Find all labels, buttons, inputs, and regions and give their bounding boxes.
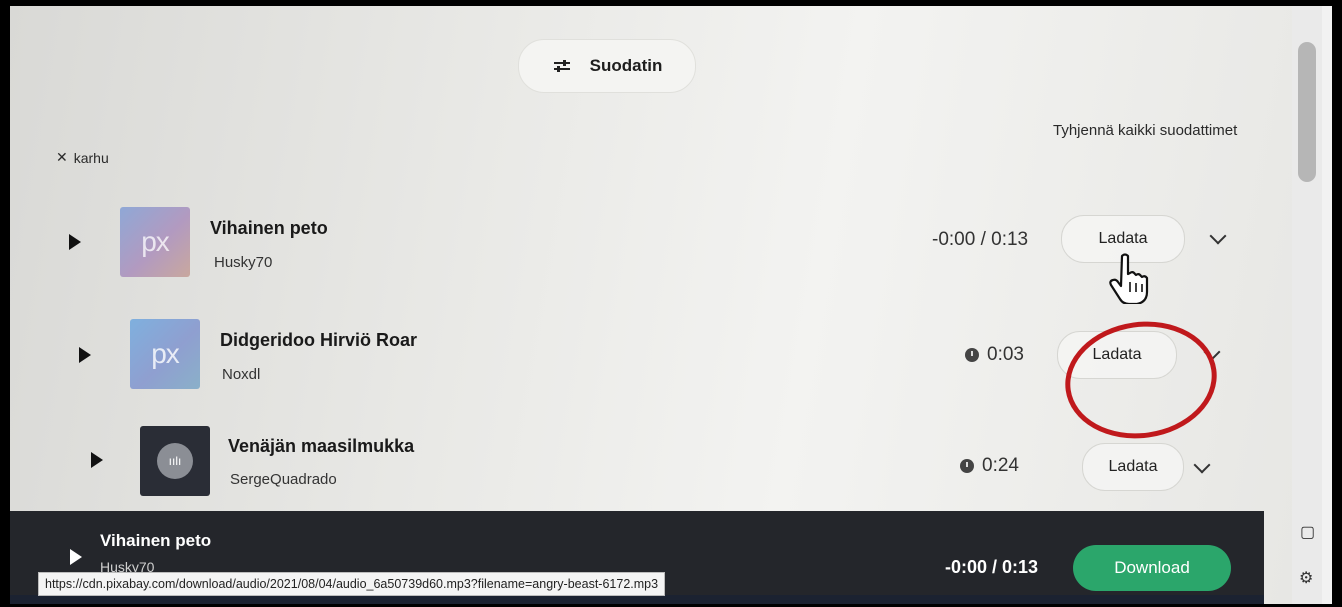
page-scrollbar[interactable]: ▢ ⚙ <box>1292 6 1322 604</box>
track-thumbnail: px <box>130 319 200 389</box>
clock-icon <box>960 459 974 473</box>
close-icon[interactable]: ✕ <box>56 149 68 166</box>
sidebar-toggle-icon[interactable]: ▢ <box>1300 522 1315 542</box>
play-button[interactable] <box>79 347 91 363</box>
filter-label: Suodatin <box>589 56 663 75</box>
clear-all-filters-link[interactable]: Tyhjennä kaikki suodattimet <box>1053 122 1237 139</box>
audio-results-page: Suodatin Tyhjennä kaikki suodattimet ✕ k… <box>10 6 1292 511</box>
track-artist[interactable]: Noxdl <box>222 366 260 383</box>
download-button[interactable]: Ladata <box>1082 443 1184 491</box>
track-artist[interactable]: Husky70 <box>214 254 272 271</box>
player-download-button[interactable]: Download <box>1073 545 1231 591</box>
status-bar-url: https://cdn.pixabay.com/download/audio/2… <box>38 572 666 596</box>
player-time: -0:00 / 0:13 <box>945 557 1039 577</box>
tag-label: karhu <box>73 149 109 166</box>
hand-cursor-icon <box>1109 253 1149 304</box>
track-duration: 0:24 <box>960 455 1019 477</box>
player-play-button[interactable] <box>70 549 82 565</box>
chevron-down-icon[interactable] <box>1193 456 1211 474</box>
track-duration: 0:03 <box>965 344 1024 366</box>
player-track-title: Vihainen peto <box>100 531 212 550</box>
track-thumbnail: ıılı <box>140 426 210 496</box>
play-button[interactable] <box>69 234 81 250</box>
track-artist[interactable]: SergeQuadrado <box>230 471 337 488</box>
browser-side-panel <box>1322 6 1332 604</box>
clock-icon <box>965 348 979 362</box>
track-title[interactable]: Didgeridoo Hirviö Roar <box>220 330 417 351</box>
sliders-icon <box>553 60 570 72</box>
track-title[interactable]: Vihainen peto <box>210 218 328 239</box>
track-time: -0:00 / 0:13 <box>932 229 1029 250</box>
active-filter-tag[interactable]: ✕ karhu <box>56 149 109 166</box>
gear-icon[interactable]: ⚙ <box>1299 568 1313 588</box>
track-title[interactable]: Venäjän maasilmukka <box>228 436 414 457</box>
screen: Suodatin Tyhjennä kaikki suodattimet ✕ k… <box>10 6 1332 604</box>
taskbar <box>10 595 1264 604</box>
filter-button[interactable]: Suodatin <box>518 39 696 93</box>
scrollbar-thumb[interactable] <box>1298 42 1316 182</box>
track-thumbnail: px <box>120 207 190 277</box>
play-button[interactable] <box>91 452 103 468</box>
pixabay-logo: px <box>141 226 170 257</box>
waveform-icon: ıılı <box>157 443 193 479</box>
chevron-down-icon[interactable] <box>1209 227 1227 245</box>
pixabay-logo: px <box>151 338 180 369</box>
